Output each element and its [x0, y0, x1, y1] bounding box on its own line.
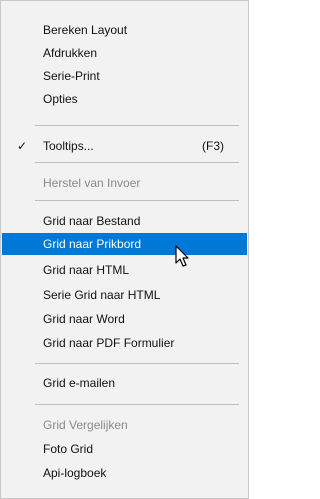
menu-item-label: Api-logboek	[43, 466, 107, 480]
menu-separator	[35, 125, 239, 126]
menu-item-grid-naar-pdf-formulier[interactable]: Grid naar PDF Formulier	[2, 332, 247, 354]
menu-item-label: Grid naar Prikbord	[43, 237, 142, 251]
menu-item-label: Grid naar Word	[43, 312, 125, 326]
menu-item-grid-naar-word[interactable]: Grid naar Word	[2, 308, 247, 330]
menu-item-api-logboek[interactable]: Api-logboek	[2, 462, 247, 484]
menu-item-label: Tooltips...	[43, 139, 94, 153]
menu-item-serie-grid-naar-html[interactable]: Serie Grid naar HTML	[2, 284, 247, 306]
menu-separator	[35, 363, 239, 364]
context-menu: Bereken Layout Afdrukken Serie-Print Opt…	[0, 0, 249, 499]
arrow-pointer-icon	[175, 245, 189, 267]
menu-item-afdrukken[interactable]: Afdrukken	[2, 42, 247, 64]
menu-item-bereken-layout[interactable]: Bereken Layout	[2, 19, 247, 41]
menu-item-grid-naar-prikbord[interactable]: Grid naar Prikbord	[2, 233, 247, 255]
menu-item-label: Bereken Layout	[43, 23, 128, 37]
menu-separator	[35, 200, 239, 201]
menu-item-label: Grid e-mailen	[43, 376, 116, 390]
menu-item-tooltips[interactable]: ✓ Tooltips... (F3)	[2, 135, 247, 157]
menu-item-foto-grid[interactable]: Foto Grid	[2, 438, 247, 460]
menu-separator	[35, 162, 239, 163]
menu-item-herstel-van-invoer: Herstel van Invoer	[2, 172, 247, 194]
menu-item-label: Afdrukken	[43, 46, 98, 60]
menu-item-label: Herstel van Invoer	[43, 176, 141, 190]
menu-item-grid-naar-html[interactable]: Grid naar HTML	[2, 259, 247, 281]
menu-item-serie-print[interactable]: Serie-Print	[2, 65, 247, 87]
menu-item-label: Serie Grid naar HTML	[43, 288, 161, 302]
menu-item-label: Opties	[43, 92, 78, 106]
menu-item-opties[interactable]: Opties	[2, 88, 247, 110]
menu-item-label: Grid naar HTML	[43, 263, 130, 277]
menu-item-grid-naar-bestand[interactable]: Grid naar Bestand	[2, 210, 247, 232]
menu-item-label: Serie-Print	[43, 69, 100, 83]
checkmark-icon: ✓	[17, 139, 28, 153]
menu-item-label: Grid naar PDF Formulier	[43, 336, 175, 350]
menu-item-grid-e-mailen[interactable]: Grid e-mailen	[2, 372, 247, 394]
menu-item-label: Foto Grid	[43, 442, 94, 456]
menu-item-label: Grid naar Bestand	[43, 214, 141, 228]
menu-item-shortcut: (F3)	[202, 139, 224, 153]
menu-separator	[35, 404, 239, 405]
menu-item-grid-vergelijken: Grid Vergelijken	[2, 414, 247, 436]
menu-item-label: Grid Vergelijken	[43, 418, 128, 432]
